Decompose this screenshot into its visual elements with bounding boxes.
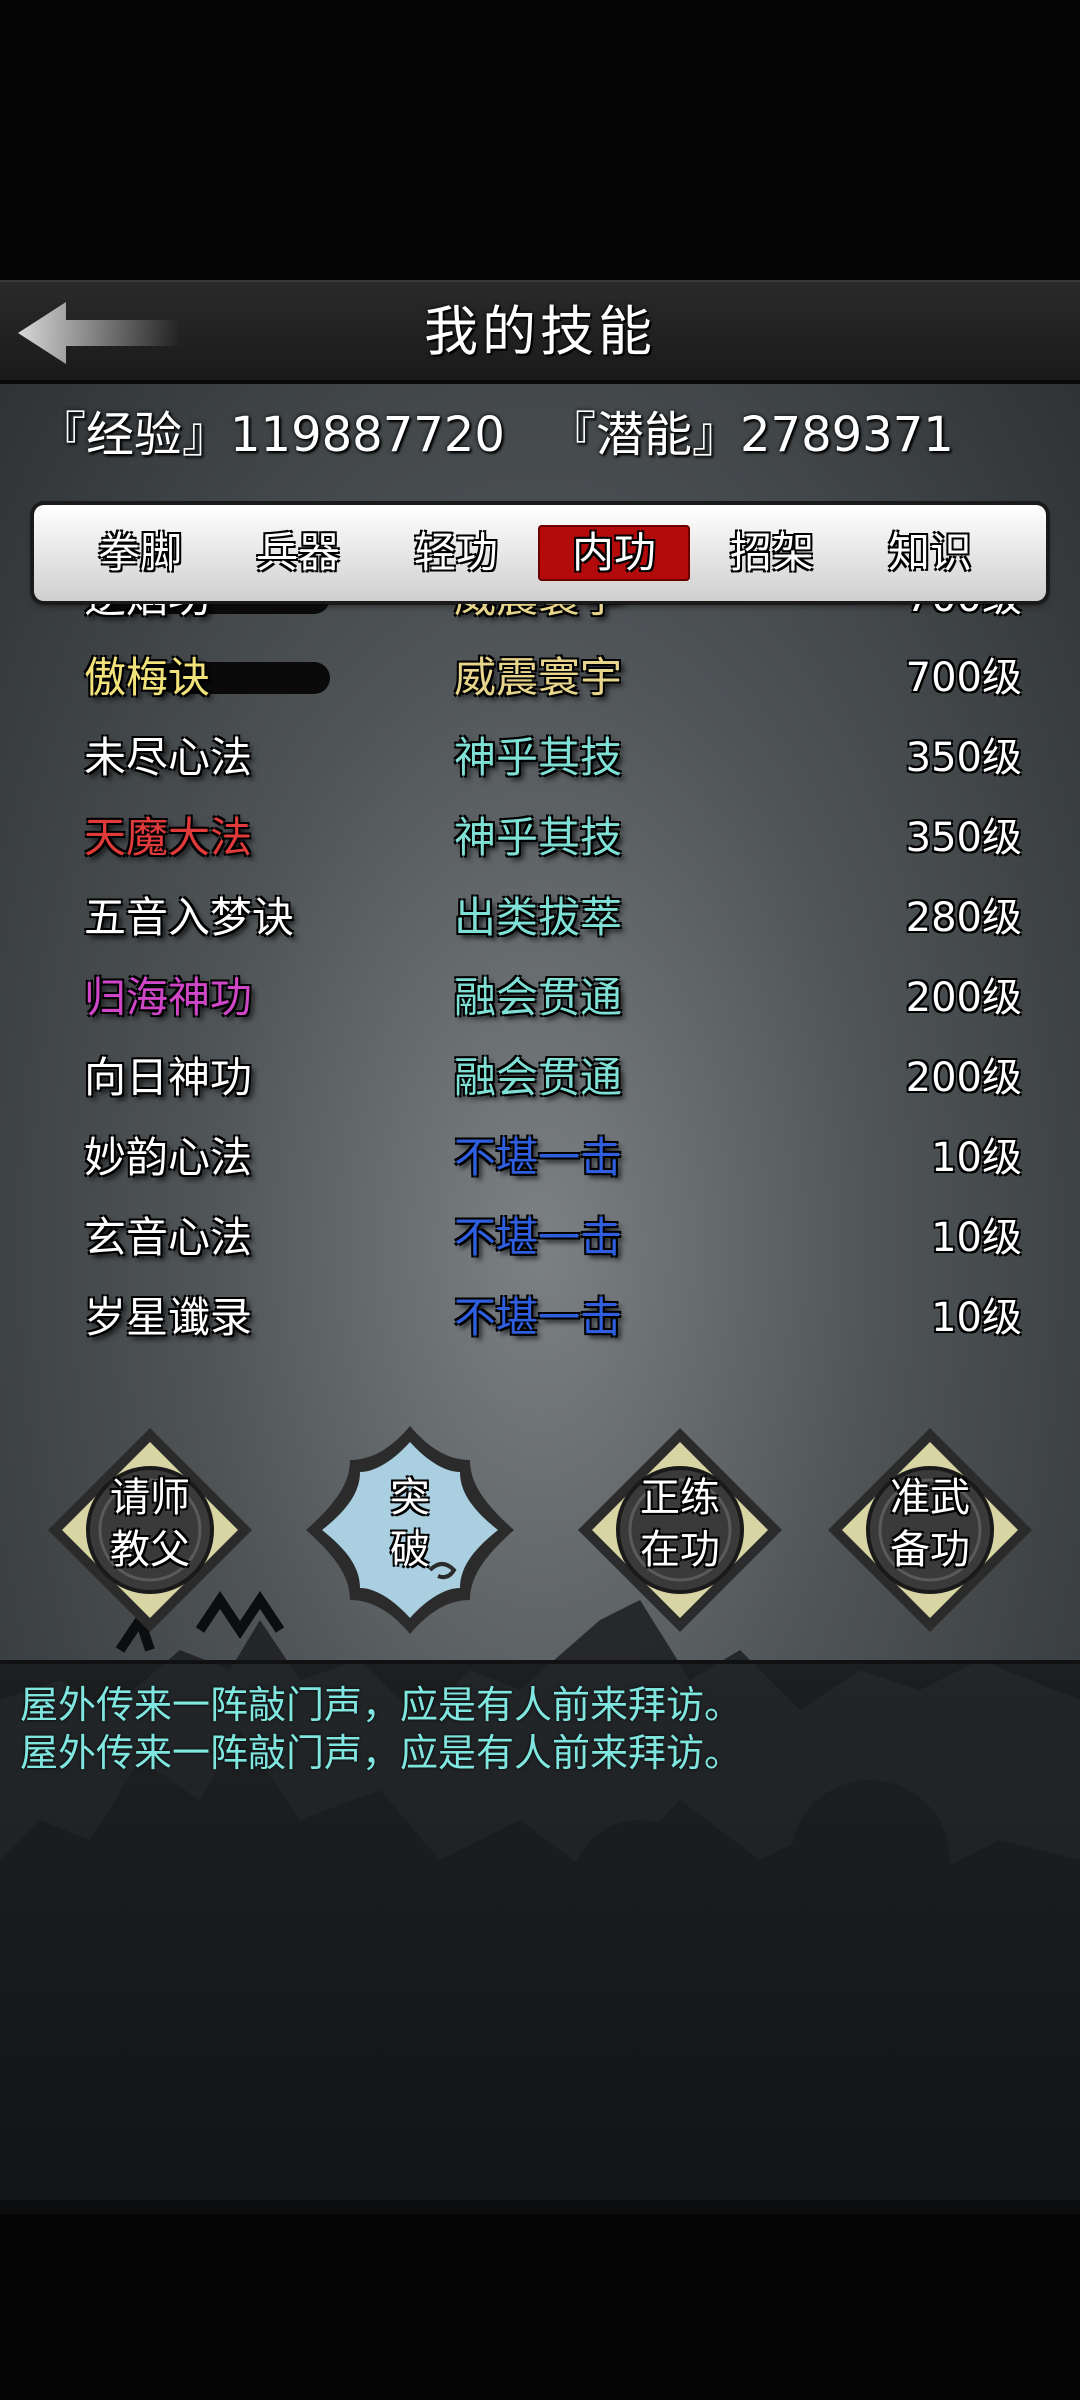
skill-rank: 不堪一击 xyxy=(454,1133,623,1182)
skill-rank: 威震寰宇 xyxy=(454,604,622,638)
skill-name: 岁星谶录 xyxy=(84,1293,253,1342)
skill-level: 700级 xyxy=(905,655,1022,701)
log-line: 屋外传来一阵敲门声，应是有人前来拜访。 xyxy=(20,1731,743,1775)
skill-rank: 威震寰宇 xyxy=(454,653,623,702)
skill-rank: 融会贯通 xyxy=(454,973,623,1022)
skill-row[interactable]: 岁星谶录 不堪一击 10级 xyxy=(40,1278,1040,1358)
skill-row[interactable]: 归海神功 融会贯通 200级 xyxy=(40,958,1040,1038)
skill-level: 700级 xyxy=(906,604,1022,638)
ask-master-button[interactable]: 请师 教父 xyxy=(40,1420,260,1640)
breakthrough-button[interactable]: 突 破 xyxy=(300,1420,520,1640)
stats-bar: 『经验』119887720 『潜能』2789371 xyxy=(0,395,1080,475)
skill-row[interactable]: 向日神功 融会贯通 200级 xyxy=(40,1038,1040,1118)
tab-inner-power[interactable]: 内功 xyxy=(538,525,690,581)
tab-weapon[interactable]: 兵器 xyxy=(222,525,374,581)
experience-stat: 『经验』119887720 xyxy=(38,407,505,463)
skill-list[interactable]: 逆焰功 威震寰宇 700级 傲梅诀 威震寰宇 700级 未尽心法 神乎其技 35… xyxy=(40,604,1040,1364)
header-bar: 我的技能 xyxy=(0,280,1080,384)
skills-screen: 我的技能 『经验』119887720 『潜能』2789371 拳脚 兵器 轻功 … xyxy=(0,0,1080,2400)
skill-name: 向日神功 xyxy=(84,1053,253,1102)
skill-row[interactable]: 天魔大法 神乎其技 350级 xyxy=(40,798,1040,878)
skill-rank: 神乎其技 xyxy=(454,813,623,862)
log-line: 屋外传来一阵敲门声，应是有人前来拜访。 xyxy=(20,1683,743,1727)
page-title: 我的技能 xyxy=(424,300,656,363)
skill-level: 200级 xyxy=(905,975,1022,1021)
skill-row[interactable]: 妙韵心法 不堪一击 10级 xyxy=(40,1118,1040,1198)
message-log[interactable]: 屋外传来一阵敲门声，应是有人前来拜访。 屋外传来一阵敲门声，应是有人前来拜访。 xyxy=(0,1660,1080,2214)
skill-level: 10级 xyxy=(931,1215,1022,1261)
tab-parry[interactable]: 招架 xyxy=(696,525,848,581)
skill-name: 归海神功 xyxy=(84,973,253,1022)
skill-rank: 不堪一击 xyxy=(454,1213,623,1262)
skill-level: 350级 xyxy=(905,815,1022,861)
potential-stat: 『潜能』2789371 xyxy=(548,407,954,463)
skill-name: 未尽心法 xyxy=(84,733,253,782)
skill-row[interactable]: 傲梅诀 威震寰宇 700级 xyxy=(40,638,1040,718)
skill-level: 200级 xyxy=(905,1055,1022,1101)
skill-rank: 出类拔萃 xyxy=(454,893,623,942)
skill-row[interactable]: 未尽心法 神乎其技 350级 xyxy=(40,718,1040,798)
prepare-skill-button[interactable]: 准武 备功 xyxy=(820,1420,1040,1640)
skill-name: 傲梅诀 xyxy=(84,653,211,702)
skill-rank: 不堪一击 xyxy=(454,1293,623,1342)
ask-master-label: 请师 教父 xyxy=(110,1475,190,1573)
skill-name: 逆焰功 xyxy=(84,604,210,638)
skill-category-tabs: 拳脚 兵器 轻功 内功 招架 知识 xyxy=(34,505,1046,601)
skill-rank: 神乎其技 xyxy=(454,733,623,782)
skill-row[interactable]: 五音入梦诀 出类拔萃 280级 xyxy=(40,878,1040,958)
prepare-skill-label: 准武 备功 xyxy=(890,1475,970,1573)
skill-name: 五音入梦诀 xyxy=(84,893,295,942)
skill-name: 玄音心法 xyxy=(84,1213,253,1262)
skill-level: 10级 xyxy=(931,1135,1022,1181)
practice-label: 正练 在功 xyxy=(640,1475,720,1573)
tab-agility[interactable]: 轻功 xyxy=(380,525,532,581)
skill-level: 10级 xyxy=(931,1295,1022,1341)
skill-row[interactable]: 逆焰功 威震寰宇 700级 xyxy=(40,604,1040,638)
skill-name: 妙韵心法 xyxy=(84,1133,253,1182)
tab-knowledge[interactable]: 知识 xyxy=(854,525,1006,581)
skill-level: 280级 xyxy=(905,895,1022,941)
breakthrough-label: 突 破 xyxy=(390,1475,430,1573)
skill-name: 天魔大法 xyxy=(84,813,253,862)
skill-row[interactable]: 玄音心法 不堪一击 10级 xyxy=(40,1198,1040,1278)
skill-rank: 融会贯通 xyxy=(454,1053,623,1102)
practice-button[interactable]: 正练 在功 xyxy=(570,1420,790,1640)
action-buttons: 请师 教父 突 破 正练 在功 准武 备功 xyxy=(0,1420,1080,1640)
tab-fist[interactable]: 拳脚 xyxy=(64,525,216,581)
skill-level: 350级 xyxy=(905,735,1022,781)
